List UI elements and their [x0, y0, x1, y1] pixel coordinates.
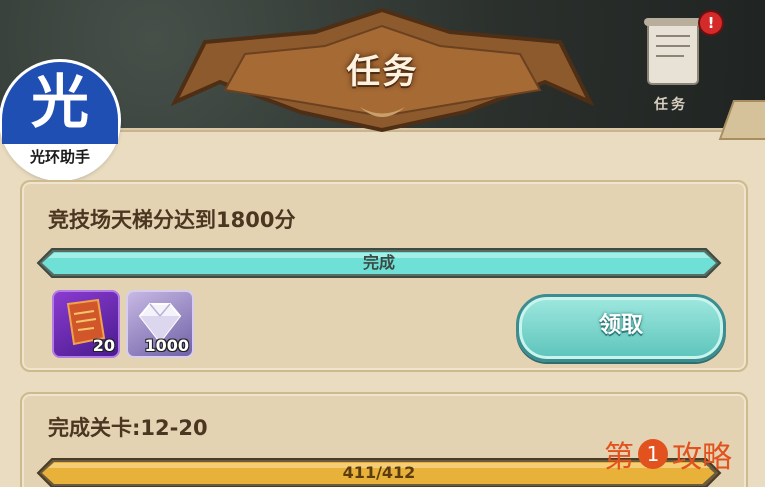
- reward-count: 1000: [144, 336, 189, 355]
- title-banner: 任务: [165, 2, 600, 137]
- task-title: 完成关卡:12-20: [48, 416, 208, 440]
- watermark-prefix: 第: [604, 440, 634, 475]
- claim-button-label: 领取: [598, 313, 643, 338]
- alert-badge: !: [700, 12, 722, 34]
- claim-button[interactable]: 领取: [516, 294, 726, 362]
- logo-text: 光环助手: [29, 148, 90, 166]
- logo-char: 光: [30, 68, 89, 136]
- progress-text: 完成: [362, 253, 395, 272]
- reward-item[interactable]: 1000: [126, 290, 194, 358]
- quest-tab-label[interactable]: 任务: [654, 94, 688, 114]
- progress-bar: 完成: [36, 248, 722, 278]
- watermark: 第 1 攻略: [604, 432, 732, 476]
- reward-item[interactable]: 20: [52, 290, 120, 358]
- task-title: 竞技场天梯分达到1800分: [48, 208, 296, 232]
- app-logo: 光 光环助手: [2, 62, 118, 178]
- watermark-suffix: 攻略: [672, 440, 732, 475]
- task-card: 竞技场天梯分达到1800分 完成 20 1000 领取: [20, 180, 748, 372]
- game-screen: 任务 ! 任务 光 光环助手 竞技场天梯分达到1800分 完成 20 1000 …: [0, 0, 765, 487]
- page-title: 任务: [346, 52, 419, 92]
- watermark-number: 1: [638, 439, 668, 469]
- reward-count: 20: [92, 336, 115, 355]
